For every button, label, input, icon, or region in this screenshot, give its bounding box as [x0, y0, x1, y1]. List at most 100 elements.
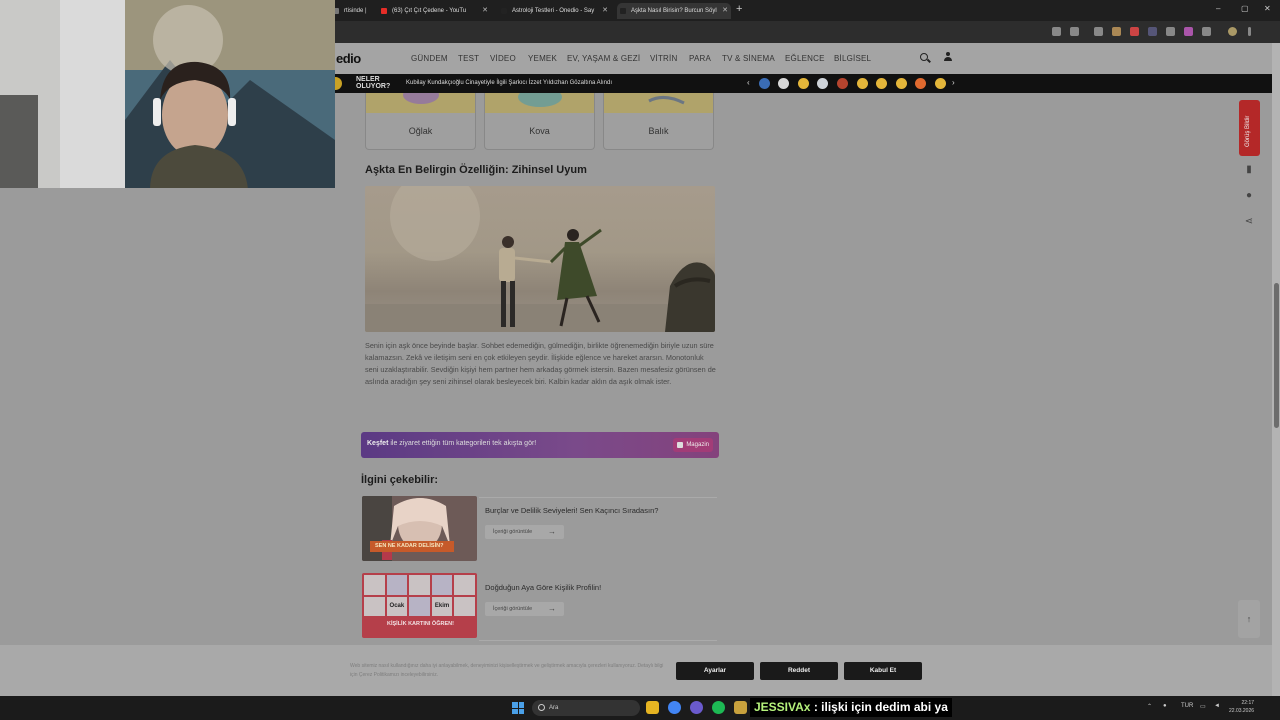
- extension-icon[interactable]: [1184, 27, 1193, 36]
- chat-username: JESSIVAx: [754, 700, 811, 714]
- taskbar-clock[interactable]: 22:17 22.03.2026: [1229, 699, 1254, 715]
- new-tab-button[interactable]: +: [736, 3, 742, 15]
- thumbnail-caption: KİŞİLİK KARTINI ÖĞREN!: [387, 621, 454, 627]
- windows-start-icon[interactable]: [512, 702, 524, 714]
- zodiac-card-balik[interactable]: Balık: [603, 93, 714, 150]
- cookie-reject-button[interactable]: Reddet: [760, 662, 838, 680]
- scroll-to-top-button[interactable]: ↑: [1238, 600, 1260, 638]
- cookie-settings-button[interactable]: Ayarlar: [676, 662, 754, 680]
- emoji-reaction-icon[interactable]: [798, 78, 809, 89]
- close-tab-icon[interactable]: ✕: [602, 3, 608, 19]
- nav-item[interactable]: YEMEK: [528, 54, 557, 63]
- language-indicator[interactable]: TUR: [1181, 703, 1193, 709]
- profile-avatar[interactable]: [1228, 27, 1237, 36]
- nav-item[interactable]: EĞLENCE: [785, 54, 825, 63]
- zodiac-card-oglak[interactable]: Oğlak: [365, 86, 476, 150]
- site-logo[interactable]: edio: [336, 51, 361, 66]
- related-thumbnail[interactable]: SEN NE KADAR DELİSİN?: [362, 496, 477, 561]
- emoji-reaction-icon[interactable]: [817, 78, 828, 89]
- ticker-label: NELER OLUYOR?: [356, 76, 391, 90]
- ticker-prev-icon[interactable]: ‹: [747, 78, 750, 87]
- cookie-consent-bar: Web sitemiz nasıl kullandığınız daha iyi…: [0, 645, 1272, 696]
- close-tab-icon[interactable]: ✕: [482, 3, 488, 19]
- related-item[interactable]: Ocak Ekim KİŞİLİK KARTINI ÖĞREN! Doğduğu…: [361, 573, 719, 638]
- app-icon[interactable]: [734, 701, 747, 714]
- comment-icon[interactable]: ●: [1244, 191, 1254, 201]
- maximize-button[interactable]: ▢: [1241, 4, 1249, 13]
- user-icon[interactable]: [944, 52, 952, 62]
- bookmark-star-icon[interactable]: [1070, 27, 1079, 36]
- zodiac-symbol-icon: [518, 87, 562, 107]
- view-content-button[interactable]: İçeriği görüntüle →: [485, 602, 564, 616]
- share-icon[interactable]: ⋖: [1244, 217, 1254, 227]
- nav-item[interactable]: EV, YAŞAM & GEZİ: [567, 54, 640, 63]
- related-thumbnail[interactable]: Ocak Ekim KİŞİLİK KARTINI ÖĞREN!: [362, 573, 477, 638]
- zodiac-symbol-icon: [403, 86, 439, 104]
- browser-tab[interactable]: Astroloji Testleri - Onedio - Say ✕: [498, 3, 611, 19]
- emoji-reaction-icon[interactable]: [935, 78, 946, 89]
- search-icon[interactable]: [920, 53, 928, 61]
- zodiac-label: Balık: [648, 126, 669, 136]
- emoji-reaction-icon[interactable]: [837, 78, 848, 89]
- emoji-reaction-icon[interactable]: [857, 78, 868, 89]
- related-item[interactable]: SEN NE KADAR DELİSİN? Burçlar ve Delilik…: [361, 496, 719, 561]
- cookie-accept-button[interactable]: Kabul Et: [844, 662, 922, 680]
- zodiac-card-kova[interactable]: Kova: [484, 87, 595, 150]
- nav-item[interactable]: PARA: [689, 54, 711, 63]
- browser-tab[interactable]: rtisinde |: [330, 3, 376, 19]
- ticker-next-icon[interactable]: ›: [952, 78, 955, 87]
- extension-icon[interactable]: [1130, 27, 1139, 36]
- discover-banner[interactable]: Keşfet ile ziyaret ettiğin tüm kategoril…: [361, 432, 719, 458]
- view-content-button[interactable]: İçeriği görüntüle →: [485, 525, 564, 539]
- related-item-title[interactable]: Burçlar ve Delilik Seviyeleri! Sen Kaçın…: [485, 506, 658, 515]
- minimize-button[interactable]: –: [1216, 4, 1220, 13]
- onedio-icon: [620, 8, 626, 14]
- browser-tab[interactable]: (63) Çıt Çıt Çedene - YouTu ✕: [378, 3, 491, 19]
- volume-icon[interactable]: ◄: [1214, 703, 1220, 709]
- nav-item[interactable]: TV & SİNEMA: [722, 54, 775, 63]
- nav-item[interactable]: VİTRİN: [650, 54, 677, 63]
- nav-item[interactable]: BİLGİSEL: [834, 54, 871, 63]
- chrome-icon[interactable]: [668, 701, 681, 714]
- browser-tab-active[interactable]: Aşkta Nasıl Birisin? Burcun Söyl ✕: [617, 3, 731, 19]
- related-item-title[interactable]: Doğduğun Aya Göre Kişilik Profilin!: [485, 583, 601, 592]
- magazin-button[interactable]: Magazin: [673, 438, 713, 452]
- emoji-reaction-icon[interactable]: [915, 78, 926, 89]
- chat-message: : ilişki için dedim abi ya: [810, 700, 948, 714]
- spotify-icon[interactable]: [712, 701, 725, 714]
- extension-icon[interactable]: [1112, 27, 1121, 36]
- divider: [479, 640, 717, 641]
- network-icon[interactable]: ▭: [1200, 703, 1206, 710]
- close-window-button[interactable]: ✕: [1264, 4, 1271, 13]
- extension-icon[interactable]: [1094, 27, 1103, 36]
- zodiac-label: Kova: [529, 126, 550, 136]
- emoji-reaction-icon[interactable]: [778, 78, 789, 89]
- taskbar-search[interactable]: Ara: [532, 700, 640, 716]
- microphone-icon[interactable]: ●: [1163, 703, 1167, 709]
- feedback-tab[interactable]: Görüş Bildir: [1239, 100, 1260, 156]
- scrollbar-thumb[interactable]: [1274, 283, 1279, 428]
- nav-item[interactable]: TEST: [458, 54, 479, 63]
- browser-menu-icon[interactable]: [1248, 27, 1251, 36]
- close-tab-icon[interactable]: ✕: [722, 3, 728, 19]
- extensions-puzzle-icon[interactable]: [1202, 27, 1211, 36]
- app-icon[interactable]: [690, 701, 703, 714]
- bookmark-icon[interactable]: ▮: [1244, 165, 1254, 175]
- emoji-reaction-icon[interactable]: [759, 78, 770, 89]
- file-explorer-icon[interactable]: [646, 701, 659, 714]
- emoji-reaction-icon[interactable]: [896, 78, 907, 89]
- page-scrollbar[interactable]: [1272, 43, 1280, 696]
- nav-item[interactable]: VİDEO: [490, 54, 516, 63]
- article-body: Senin için aşk önce beyinde başlar. Sohb…: [365, 341, 716, 386]
- cast-icon[interactable]: [1052, 27, 1061, 36]
- ticker-headline[interactable]: Kubilay Kundakçıoğlu Cinayetiyle İlgili …: [406, 80, 612, 86]
- nav-item[interactable]: GÜNDEM: [411, 54, 448, 63]
- month-card: Ekim: [431, 596, 453, 616]
- tray-chevron-icon[interactable]: ⌃: [1147, 703, 1152, 710]
- extension-icon[interactable]: [1166, 27, 1175, 36]
- zodiac-image: [485, 87, 594, 113]
- emoji-reaction-icon[interactable]: [876, 78, 887, 89]
- article-image: [365, 186, 715, 332]
- ticker-badge: [334, 77, 342, 90]
- extension-icon[interactable]: [1148, 27, 1157, 36]
